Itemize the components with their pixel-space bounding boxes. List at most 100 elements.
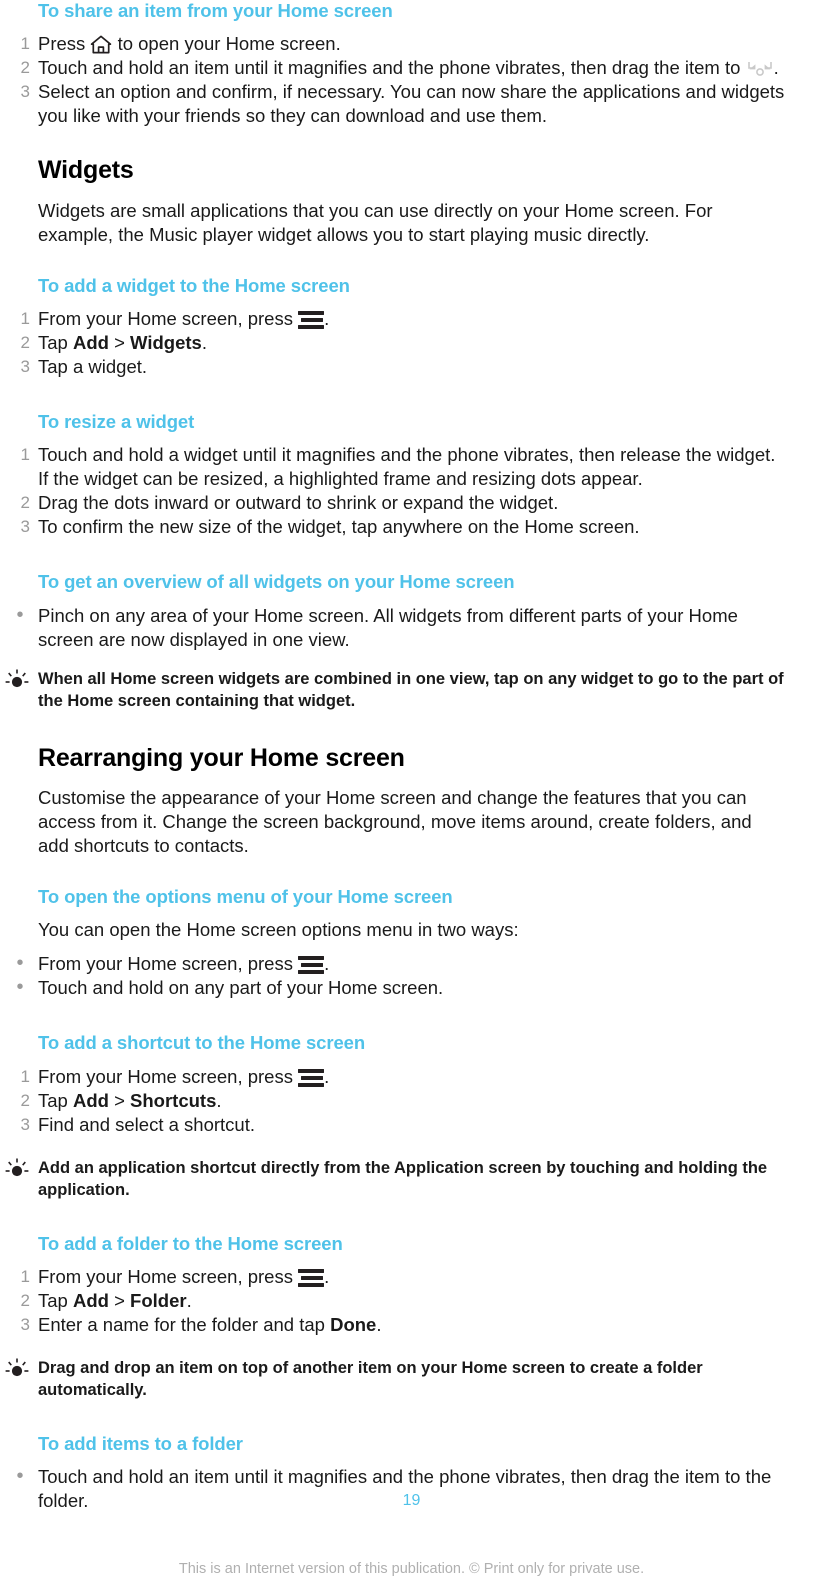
list-item: 1 Touch and hold a widget until it magni…	[21, 443, 786, 491]
list-item: • Pinch on any area of your Home screen.…	[16, 604, 786, 652]
heading-overview-widgets: To get an overview of all widgets on you…	[38, 571, 515, 593]
list-item: • From your Home screen, press .	[16, 952, 786, 976]
bullets-overview-widgets: • Pinch on any area of your Home screen.…	[0, 604, 811, 652]
step-text-post: .	[324, 308, 330, 330]
list-marker: 1	[20, 1266, 30, 1286]
list-marker: 3	[20, 1314, 30, 1334]
list-marker: 3	[20, 517, 30, 537]
menu-icon	[298, 1068, 325, 1087]
heading-share-item: To share an item from your Home screen	[38, 0, 393, 21]
tip-add-folder: Drag and drop an item on top of another …	[5, 1357, 811, 1401]
list-item: 2 Touch and hold an item until it magnif…	[21, 56, 786, 80]
list-marker: 1	[20, 309, 30, 329]
bullet-marker: •	[16, 976, 24, 999]
step-text-pre: From your Home screen, press	[38, 1265, 299, 1287]
list-marker: 1	[20, 34, 30, 54]
bullet-marker: •	[16, 952, 24, 975]
step-text-post: .	[186, 1289, 192, 1311]
lightbulb-icon	[5, 1158, 29, 1180]
step-text-post: .	[324, 1065, 330, 1087]
heading-widgets: Widgets	[38, 156, 134, 185]
list-item: 2 Drag the dots inward or outward to shr…	[21, 491, 786, 515]
list-marker: 2	[20, 493, 30, 513]
share-icon	[746, 59, 774, 77]
menu-path-add: Add	[72, 332, 109, 354]
step-text-pre: From your Home screen, press	[38, 308, 299, 330]
list-item: 3 Find and select a shortcut.	[21, 1113, 786, 1137]
step-text-post: to open your Home screen.	[112, 33, 341, 55]
bullet-marker: •	[16, 603, 24, 626]
tip-overview-widgets: When all Home screen widgets are combine…	[5, 668, 811, 712]
steps-resize-widget: 1 Touch and hold a widget until it magni…	[0, 443, 811, 539]
list-marker: 2	[20, 1090, 30, 1110]
heading-resize-widget: To resize a widget	[38, 411, 195, 433]
list-item: 1 From your Home screen, press .	[21, 1265, 786, 1289]
list-marker: 3	[20, 82, 30, 102]
list-marker: 1	[20, 445, 30, 465]
step-text-pre: Tap	[38, 332, 73, 354]
step-text-post: .	[773, 57, 779, 79]
steps-add-shortcut: 1 From your Home screen, press . 2 Tap A…	[0, 1065, 811, 1137]
list-marker: 2	[20, 58, 30, 78]
list-item: 2 Tap Add > Widgets.	[21, 331, 786, 355]
list-item: 2 Tap Add > Shortcuts.	[21, 1089, 786, 1113]
menu-path-widgets: Widgets	[130, 332, 202, 354]
step-text-post: .	[216, 1089, 222, 1111]
tip-text: Add an application shortcut directly fro…	[38, 1158, 768, 1199]
list-item: • Touch and hold on any part of your Hom…	[16, 976, 786, 1000]
step-text-post: .	[201, 332, 207, 354]
steps-add-widget: 1 From your Home screen, press . 2 Tap A…	[0, 307, 811, 379]
steps-add-folder: 1 From your Home screen, press . 2 Tap A…	[0, 1265, 811, 1337]
footer-note: This is an Internet version of this publ…	[178, 1561, 645, 1577]
heading-add-widget: To add a widget to the Home screen	[38, 274, 350, 296]
heading-options-menu: To open the options menu of your Home sc…	[38, 886, 453, 908]
heading-add-items-folder: To add items to a folder	[38, 1432, 243, 1454]
lightbulb-icon	[5, 1358, 29, 1380]
step-text: To confirm the new size of the widget, t…	[38, 516, 640, 538]
steps-share-item: 1 Press to open your Home screen. 2 Touc…	[0, 32, 811, 128]
step-text: Find and select a shortcut.	[38, 1113, 255, 1135]
options-menu-intro: You can open the Home screen options men…	[38, 919, 519, 941]
heading-add-shortcut: To add a shortcut to the Home screen	[38, 1032, 366, 1054]
list-marker: 3	[20, 1114, 30, 1134]
heading-rearranging: Rearranging your Home screen	[38, 743, 405, 772]
bullets-options-menu: • From your Home screen, press . • Touch…	[0, 952, 811, 1000]
list-item: 3 Select an option and confirm, if neces…	[21, 80, 786, 128]
list-marker: 2	[20, 333, 30, 353]
list-item: 2 Tap Add > Folder.	[21, 1289, 786, 1313]
menu-path-separator: >	[108, 332, 131, 354]
menu-path-add: Add	[72, 1089, 109, 1111]
tip-add-shortcut: Add an application shortcut directly fro…	[5, 1157, 811, 1201]
widgets-intro: Widgets are small applications that you …	[38, 199, 713, 245]
menu-path-folder: Folder	[130, 1289, 187, 1311]
bullet-marker: •	[16, 1465, 24, 1487]
step-text-pre: Tap	[38, 1089, 73, 1111]
list-marker: 3	[20, 357, 30, 377]
step-text: Tap a widget.	[38, 356, 148, 378]
menu-path-add: Add	[72, 1289, 109, 1311]
bullet-text-post: .	[324, 953, 330, 975]
lightbulb-icon	[5, 669, 29, 691]
step-text-post: .	[376, 1313, 382, 1335]
list-item: 1 Press to open your Home screen.	[21, 32, 786, 56]
step-text: Select an option and confirm, if necessa…	[38, 81, 785, 127]
menu-icon	[298, 1268, 325, 1287]
list-item: 3 Enter a name for the folder and tap Do…	[21, 1313, 786, 1337]
home-icon	[90, 35, 112, 54]
bullet-text: Touch and hold on any part of your Home …	[38, 977, 444, 999]
list-item: 3 Tap a widget.	[21, 355, 786, 379]
list-marker: 2	[20, 1290, 30, 1310]
list-item: 1 From your Home screen, press .	[21, 1065, 786, 1089]
button-done: Done	[330, 1313, 377, 1335]
page-content: To share an item from your Home screen 1…	[0, 0, 823, 1513]
tip-text: When all Home screen widgets are combine…	[38, 669, 784, 710]
bullet-text: Pinch on any area of your Home screen. A…	[38, 604, 738, 650]
step-text-pre: From your Home screen, press	[38, 1065, 299, 1087]
tip-text: Drag and drop an item on top of another …	[38, 1358, 703, 1399]
document-page: To share an item from your Home screen 1…	[0, 0, 823, 1590]
step-text: Drag the dots inward or outward to shrin…	[38, 492, 559, 514]
step-text-pre: Press	[38, 33, 91, 55]
step-text-pre: Touch and hold an item until it magnifie…	[38, 57, 746, 79]
bullet-text-pre: From your Home screen, press	[38, 953, 299, 975]
menu-path-shortcuts: Shortcuts	[130, 1089, 217, 1111]
